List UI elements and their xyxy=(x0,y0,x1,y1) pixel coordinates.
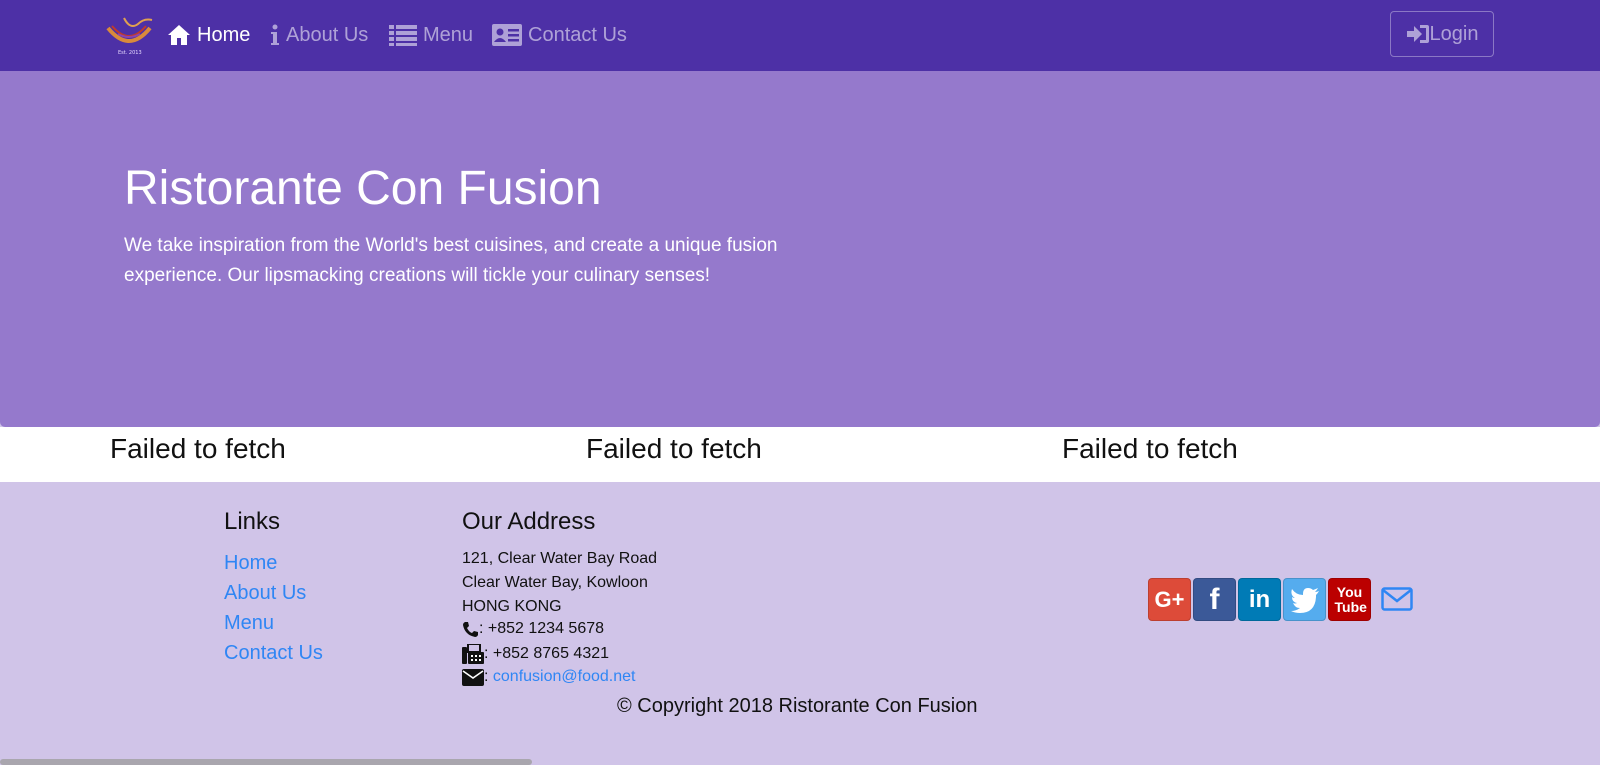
fetch-error: Failed to fetch xyxy=(586,433,762,464)
facebook-icon: f xyxy=(1209,582,1220,616)
nav-item-label: Menu xyxy=(423,23,474,46)
intro-text: We take inspiration from the World's bes… xyxy=(124,235,778,286)
fax-icon xyxy=(462,644,484,664)
nav-item-menu[interactable]: Menu xyxy=(389,20,473,50)
google-plus-icon: G+ xyxy=(1154,586,1185,612)
youtube-button[interactable]: You Tube xyxy=(1328,578,1371,621)
phone-line: : +852 1234 5678 xyxy=(462,620,604,638)
nav-item-contact[interactable]: Contact Us xyxy=(492,20,627,50)
list-icon xyxy=(389,25,417,46)
nav-item-about[interactable]: About Us xyxy=(270,20,368,50)
restaurant-logo[interactable]: Est. 2013 xyxy=(104,14,154,56)
linkedin-icon: in xyxy=(1248,585,1271,613)
twitter-button[interactable] xyxy=(1283,578,1326,621)
jumbotron: Ristorante Con Fusion We take inspiratio… xyxy=(0,71,1600,427)
navbar: Est. 2013 Home About Us Menu Contact Us … xyxy=(0,0,1600,71)
footer-link-menu[interactable]: Menu xyxy=(224,612,274,635)
copyright-text: © Copyright 2018 Ristorante Con Fusion xyxy=(617,695,978,717)
footer-link-about[interactable]: About Us xyxy=(224,582,306,605)
footer: Links Home About Us Menu Contact Us Our … xyxy=(0,482,1600,765)
footer-link-home[interactable]: Home xyxy=(224,552,277,575)
address-heading: Our Address xyxy=(462,508,596,535)
login-button[interactable]: Login xyxy=(1390,11,1494,57)
page-title: Ristorante Con Fusion xyxy=(124,162,602,215)
fetch-error: Failed to fetch xyxy=(110,433,286,464)
envelope-icon xyxy=(462,668,484,686)
links-heading: Links xyxy=(224,508,281,535)
linkedin-button[interactable]: in xyxy=(1238,578,1281,621)
fetch-error: Failed to fetch xyxy=(1062,433,1238,464)
nav-item-label: Contact Us xyxy=(528,23,627,46)
nav-item-home[interactable]: Home xyxy=(167,20,250,50)
envelope-outline-icon xyxy=(1381,586,1413,611)
phone-number: : +852 1234 5678 xyxy=(479,620,605,637)
google-plus-button[interactable]: G+ xyxy=(1148,578,1191,621)
address-line: Clear Water Bay, Kowloon xyxy=(462,574,648,591)
logo-text: Est. 2013 xyxy=(118,50,142,56)
phone-icon xyxy=(463,621,478,637)
email-separator: : xyxy=(484,668,493,685)
address-line: 121, Clear Water Bay Road xyxy=(462,550,658,567)
youtube-icon: You Tube xyxy=(1334,583,1367,615)
facebook-button[interactable]: f xyxy=(1193,578,1236,621)
fax-number: : +852 8765 4321 xyxy=(484,645,610,662)
featured-row: Failed to fetch Failed to fetch Failed t… xyxy=(0,427,1600,482)
nav-item-label: Home xyxy=(197,23,251,46)
email-link[interactable]: confusion@food.net xyxy=(493,668,636,686)
address-card-icon xyxy=(492,24,522,46)
social-links: G+ f in You Tube xyxy=(1148,578,1415,621)
footer-link-contact[interactable]: Contact Us xyxy=(224,642,323,665)
info-icon xyxy=(271,24,279,45)
address-line: HONG KONG xyxy=(462,598,562,615)
fax-line: : +852 8765 4321 xyxy=(462,644,609,664)
mail-button[interactable] xyxy=(1379,578,1415,619)
email-line: : confusion@food.net xyxy=(462,668,635,686)
home-icon xyxy=(168,25,190,45)
nav-item-label: About Us xyxy=(286,23,369,46)
horizontal-scrollbar[interactable] xyxy=(0,759,532,765)
login-label: Login xyxy=(1429,22,1479,45)
sign-in-icon xyxy=(1406,25,1429,43)
twitter-icon xyxy=(1290,587,1319,613)
